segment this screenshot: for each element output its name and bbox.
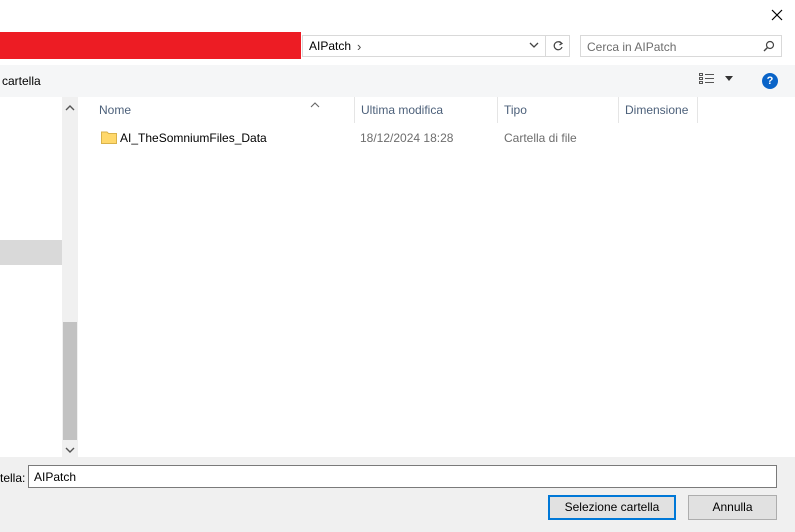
- navigation-bar: AIPatch ›: [0, 30, 795, 65]
- navigation-pane[interactable]: [0, 97, 62, 457]
- file-modified: 18/12/2024 18:28: [360, 131, 454, 145]
- folder-name-input[interactable]: [28, 465, 777, 488]
- folder-icon: [101, 131, 117, 144]
- file-name[interactable]: AI_TheSomniumFiles_Data: [120, 131, 267, 145]
- chevron-down-icon: [725, 76, 733, 81]
- dialog-footer: tella: Selezione cartella Annulla: [0, 457, 795, 532]
- select-folder-button[interactable]: Selezione cartella: [548, 495, 676, 520]
- close-button[interactable]: [765, 4, 789, 26]
- refresh-button[interactable]: [546, 35, 570, 57]
- nav-scrollbar[interactable]: [62, 97, 78, 457]
- chevron-down-icon[interactable]: [529, 39, 539, 53]
- column-header-modified[interactable]: Ultima modifica: [354, 97, 497, 123]
- redacted-banner: [0, 32, 301, 59]
- column-header-type[interactable]: Tipo: [497, 97, 618, 123]
- column-header-name[interactable]: Nome: [92, 97, 354, 123]
- breadcrumb-aipatch[interactable]: AIPatch: [309, 39, 351, 53]
- file-row[interactable]: AI_TheSomniumFiles_Data 18/12/2024 18:28…: [92, 126, 698, 150]
- file-browser: Nome Ultima modifica Tipo Dimensione AI_…: [0, 97, 795, 457]
- nav-selected-item[interactable]: [0, 240, 62, 265]
- folder-label: tella:: [0, 471, 26, 485]
- search-icon[interactable]: [763, 40, 775, 55]
- scroll-up-icon[interactable]: [65, 101, 75, 115]
- view-options-icon: [699, 73, 714, 84]
- column-header-name-label: Nome: [99, 103, 132, 117]
- close-icon: [771, 9, 783, 21]
- view-options-button[interactable]: [699, 73, 733, 85]
- command-bar: cartella ?: [0, 65, 795, 97]
- refresh-icon: [553, 41, 563, 51]
- address-bar[interactable]: AIPatch ›: [302, 35, 546, 57]
- help-button[interactable]: ?: [762, 73, 778, 89]
- breadcrumb-separator[interactable]: ›: [357, 39, 361, 54]
- scrollbar-thumb[interactable]: [63, 322, 77, 440]
- sort-ascending-icon: [310, 93, 320, 119]
- search-input[interactable]: [585, 37, 759, 57]
- search-box[interactable]: [580, 35, 782, 57]
- cancel-button[interactable]: Annulla: [688, 495, 777, 520]
- column-header-size[interactable]: Dimensione: [618, 97, 698, 123]
- scroll-down-icon[interactable]: [65, 443, 75, 457]
- new-folder-button[interactable]: cartella: [2, 74, 41, 88]
- file-type: Cartella di file: [504, 131, 577, 145]
- title-bar: [0, 0, 795, 30]
